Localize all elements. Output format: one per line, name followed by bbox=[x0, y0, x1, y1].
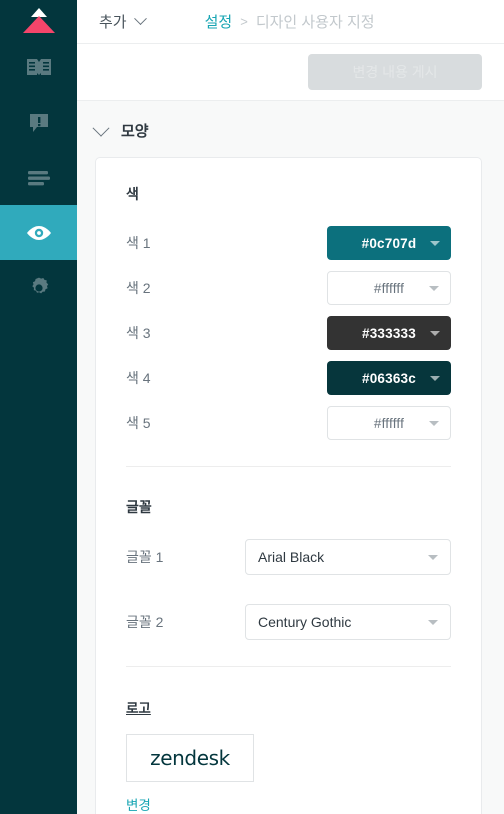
color-1-label: 색 1 bbox=[126, 235, 151, 251]
appearance-settings-panel: 모양 색 색 1 #0c707d 색 2 #ffffff 색 3 #333333… bbox=[77, 101, 504, 814]
color-2-value: #ffffff bbox=[373, 280, 405, 296]
breadcrumb-parent-link[interactable]: 설정 bbox=[205, 11, 233, 32]
appearance-card: 색 색 1 #0c707d 색 2 #ffffff 색 3 #333333 색 … bbox=[95, 157, 482, 814]
publish-changes-button[interactable]: 변경 내용 게시 bbox=[308, 54, 482, 90]
colors-heading: 색 bbox=[126, 186, 139, 202]
font-1-value: Arial Black bbox=[258, 549, 325, 565]
change-logo-link[interactable]: 변경 bbox=[126, 794, 151, 814]
appearance-section-title: 모양 bbox=[121, 123, 149, 140]
font-2-value: Century Gothic bbox=[258, 614, 352, 630]
font-row-1: 글꼴 1 Arial Black bbox=[126, 539, 451, 575]
article-list-icon bbox=[26, 168, 52, 188]
color-4-value: #06363c bbox=[362, 370, 416, 386]
chevron-down-icon bbox=[133, 12, 147, 26]
color-3-label: 색 3 bbox=[126, 325, 151, 341]
color-2-select[interactable]: #ffffff bbox=[327, 271, 451, 305]
announcement-icon bbox=[27, 111, 51, 135]
eye-preview-icon bbox=[24, 223, 54, 243]
breadcrumb: 설정 > 디자인 사용자 지정 bbox=[205, 11, 375, 32]
color-row-3: 색 3 #333333 bbox=[126, 316, 451, 350]
color-4-select[interactable]: #06363c bbox=[327, 361, 451, 395]
caret-down-icon bbox=[429, 286, 439, 291]
color-row-4: 색 4 #06363c bbox=[126, 361, 451, 395]
font-1-select[interactable]: Arial Black bbox=[245, 539, 451, 575]
font-1-label: 글꼴 1 bbox=[126, 549, 164, 565]
color-3-select[interactable]: #333333 bbox=[327, 316, 451, 350]
logo-heading: 로고 bbox=[126, 701, 151, 716]
color-1-value: #0c707d bbox=[361, 235, 417, 251]
color-5-value: #ffffff bbox=[373, 415, 405, 431]
breadcrumb-current: 디자인 사용자 지정 bbox=[255, 14, 375, 31]
color-5-select[interactable]: #ffffff bbox=[327, 406, 451, 440]
color-row-1: 색 1 #0c707d bbox=[126, 226, 451, 260]
caret-down-icon bbox=[430, 331, 440, 336]
color-3-value: #333333 bbox=[362, 325, 416, 341]
caret-down-icon bbox=[430, 376, 440, 381]
sidebar-item-articles[interactable] bbox=[0, 150, 77, 205]
gear-settings-icon bbox=[27, 276, 51, 300]
left-nav-sidebar bbox=[0, 0, 77, 814]
zendesk-logo-icon[interactable] bbox=[0, 0, 77, 40]
font-2-select[interactable]: Century Gothic bbox=[245, 604, 451, 640]
color-row-5: 색 5 #ffffff bbox=[126, 406, 451, 440]
logo-image-text: zendesk bbox=[150, 746, 230, 770]
sidebar-item-guide[interactable] bbox=[0, 40, 77, 95]
caret-down-icon bbox=[428, 555, 438, 560]
font-row-2: 글꼴 2 Century Gothic bbox=[126, 604, 451, 640]
action-bar: 변경 내용 게시 bbox=[77, 44, 504, 101]
caret-down-icon bbox=[430, 241, 440, 246]
caret-down-icon bbox=[428, 620, 438, 625]
color-5-label: 색 5 bbox=[126, 415, 151, 431]
sidebar-item-messages[interactable] bbox=[0, 95, 77, 150]
main-area: 추가 설정 > 디자인 사용자 지정 변경 내용 게시 모양 색 색 1 #0c… bbox=[77, 0, 504, 814]
app-root: 추가 설정 > 디자인 사용자 지정 변경 내용 게시 모양 색 색 1 #0c… bbox=[0, 0, 504, 814]
top-navigation-bar: 추가 설정 > 디자인 사용자 지정 bbox=[77, 0, 504, 44]
divider-fonts-logo bbox=[126, 666, 451, 667]
breadcrumb-separator: > bbox=[240, 14, 248, 29]
guide-book-icon bbox=[26, 56, 52, 80]
appearance-section-header[interactable]: 모양 bbox=[77, 101, 504, 157]
sidebar-item-settings[interactable] bbox=[0, 260, 77, 315]
color-2-label: 색 2 bbox=[126, 280, 151, 296]
sidebar-item-preview[interactable] bbox=[0, 205, 77, 260]
color-1-select[interactable]: #0c707d bbox=[327, 226, 451, 260]
add-menu-label: 추가 bbox=[99, 14, 127, 31]
font-2-label: 글꼴 2 bbox=[126, 614, 164, 630]
logo-preview: zendesk bbox=[126, 734, 254, 782]
divider-colors-fonts bbox=[126, 466, 451, 467]
fonts-heading: 글꼴 bbox=[126, 499, 152, 515]
add-menu-button[interactable]: 추가 bbox=[99, 11, 147, 32]
caret-down-icon bbox=[429, 421, 439, 426]
color-4-label: 색 4 bbox=[126, 370, 151, 386]
chevron-down-icon bbox=[92, 119, 110, 137]
color-row-2: 색 2 #ffffff bbox=[126, 271, 451, 305]
